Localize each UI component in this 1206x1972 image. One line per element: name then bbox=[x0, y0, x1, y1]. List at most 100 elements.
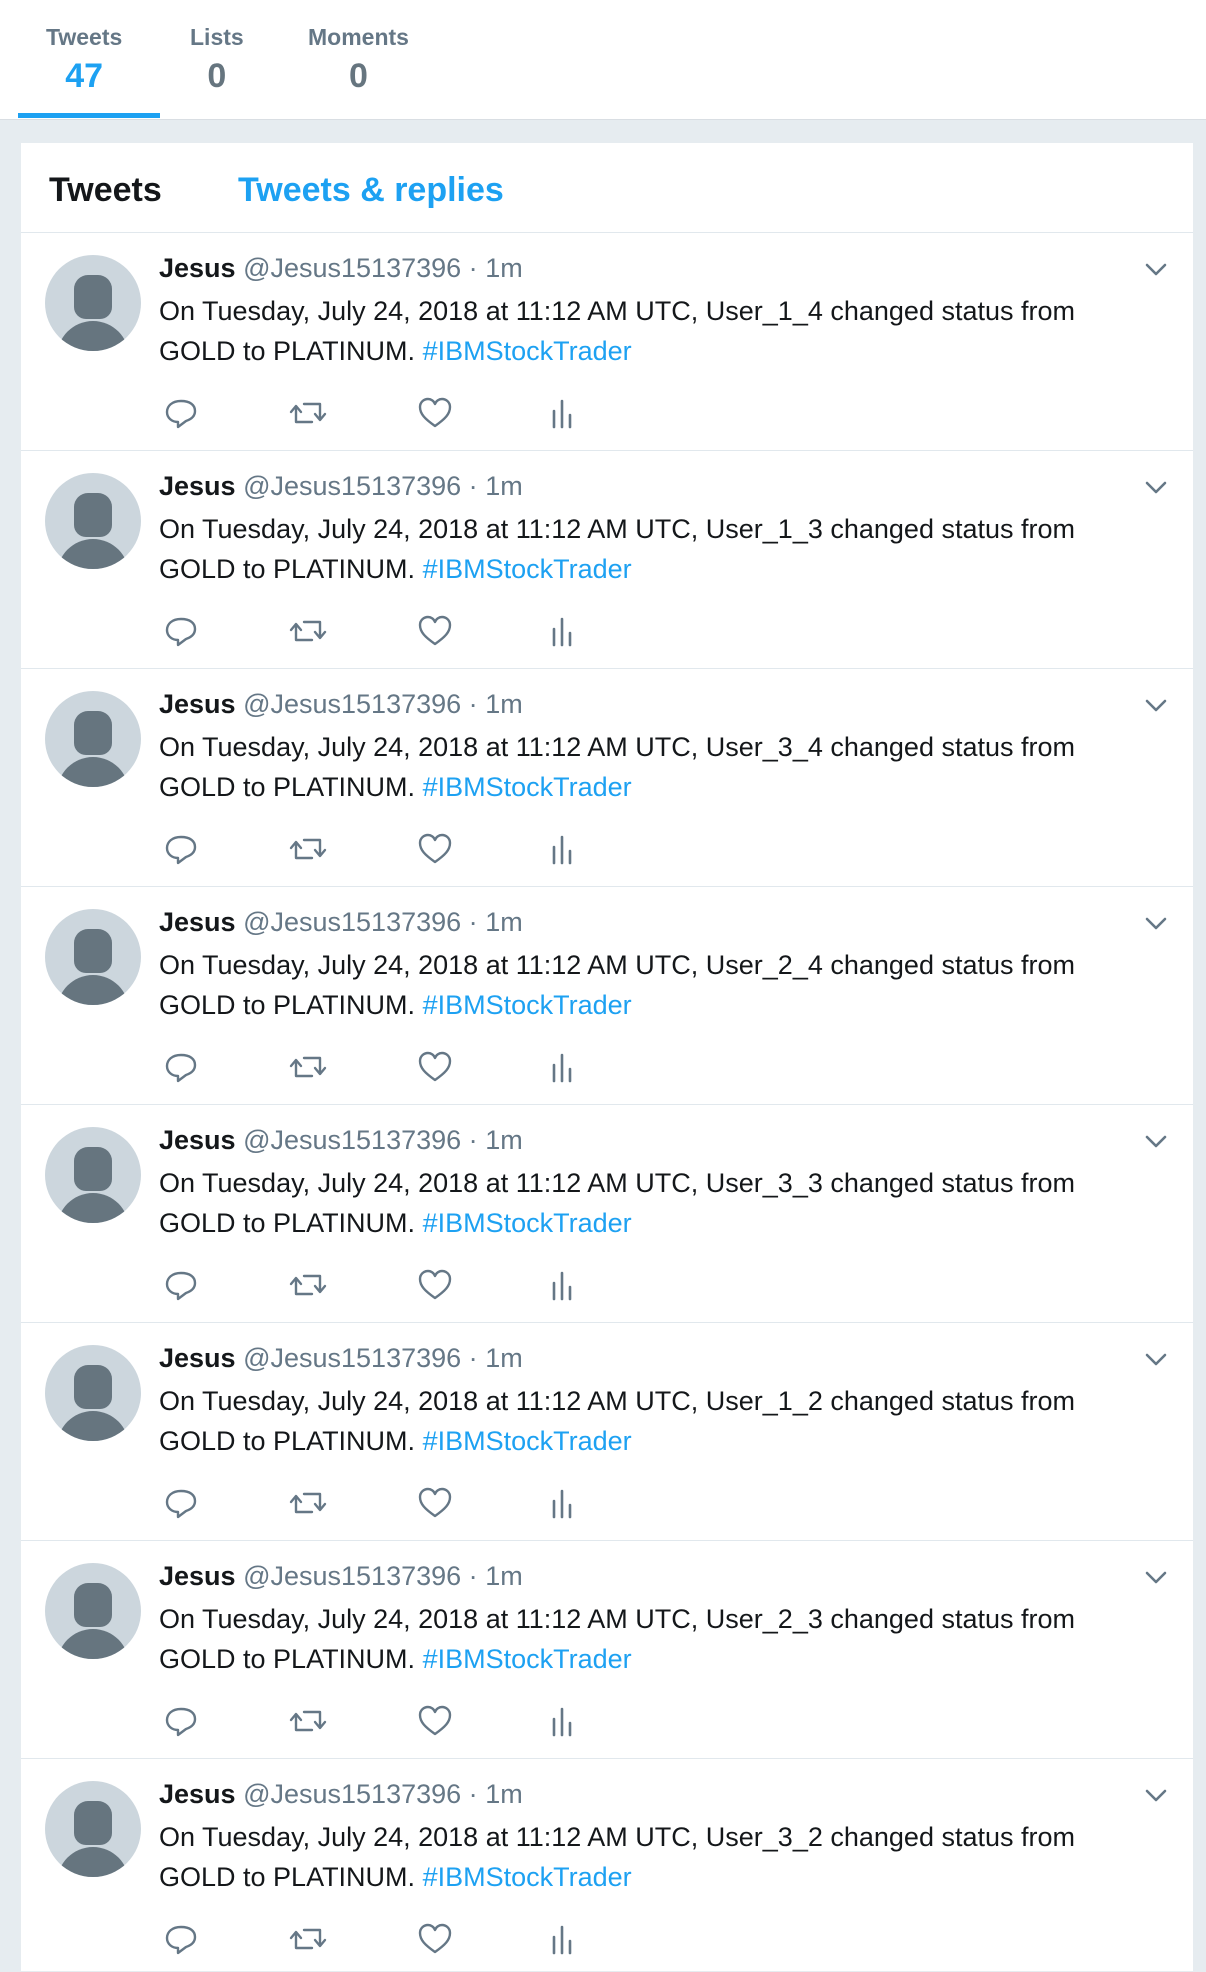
retweet-icon[interactable] bbox=[288, 1701, 328, 1741]
tweet-timestamp[interactable]: 1m bbox=[485, 253, 523, 283]
tweet-actions bbox=[161, 393, 761, 433]
tweet-hashtag[interactable]: #IBMStockTrader bbox=[423, 1426, 632, 1456]
reply-icon[interactable] bbox=[161, 1701, 201, 1741]
chevron-down-icon[interactable] bbox=[1141, 909, 1171, 939]
heart-icon[interactable] bbox=[415, 1265, 455, 1305]
chevron-down-icon[interactable] bbox=[1141, 1127, 1171, 1157]
analytics-icon[interactable] bbox=[542, 1701, 582, 1741]
tweet-timestamp[interactable]: 1m bbox=[485, 471, 523, 501]
tweet-actions bbox=[161, 611, 761, 651]
retweet-icon[interactable] bbox=[288, 611, 328, 651]
nav-stat-moments[interactable]: Moments 0 bbox=[308, 24, 409, 96]
nav-stat-lists[interactable]: Lists 0 bbox=[190, 24, 244, 96]
retweet-icon[interactable] bbox=[288, 1265, 328, 1305]
tweet-username[interactable]: @Jesus15137396 bbox=[243, 1779, 461, 1809]
tweet-fullname[interactable]: Jesus bbox=[159, 1343, 236, 1373]
chevron-down-icon[interactable] bbox=[1141, 1563, 1171, 1593]
default-avatar-icon[interactable] bbox=[45, 255, 141, 351]
tweet-fullname[interactable]: Jesus bbox=[159, 1125, 236, 1155]
avatar-body bbox=[57, 1629, 129, 1659]
chevron-down-icon[interactable] bbox=[1141, 473, 1171, 503]
retweet-icon[interactable] bbox=[288, 1483, 328, 1523]
retweet-icon[interactable] bbox=[288, 1919, 328, 1959]
nav-stat-tweets[interactable]: Tweets 47 bbox=[46, 24, 122, 96]
retweet-icon[interactable] bbox=[288, 829, 328, 869]
reply-icon[interactable] bbox=[161, 829, 201, 869]
tweet-actions bbox=[161, 1265, 761, 1305]
retweet-icon[interactable] bbox=[288, 1047, 328, 1087]
tweet-hashtag[interactable]: #IBMStockTrader bbox=[423, 1208, 632, 1238]
tweet[interactable]: Jesus @Jesus15137396 · 1m On Tuesday, Ju… bbox=[21, 1105, 1193, 1323]
tweet[interactable]: Jesus @Jesus15137396 · 1m On Tuesday, Ju… bbox=[21, 1323, 1193, 1541]
tweet-username[interactable]: @Jesus15137396 bbox=[243, 471, 461, 501]
default-avatar-icon[interactable] bbox=[45, 1563, 141, 1659]
tweet-fullname[interactable]: Jesus bbox=[159, 689, 236, 719]
default-avatar-icon[interactable] bbox=[45, 1781, 141, 1877]
heart-icon[interactable] bbox=[415, 1483, 455, 1523]
heart-icon[interactable] bbox=[415, 611, 455, 651]
chevron-down-icon[interactable] bbox=[1141, 1781, 1171, 1811]
tab-tweets[interactable]: Tweets bbox=[49, 171, 162, 210]
default-avatar-icon[interactable] bbox=[45, 1345, 141, 1441]
reply-icon[interactable] bbox=[161, 1483, 201, 1523]
default-avatar-icon[interactable] bbox=[45, 473, 141, 569]
tweet-username[interactable]: @Jesus15137396 bbox=[243, 1561, 461, 1591]
tweet-hashtag[interactable]: #IBMStockTrader bbox=[423, 336, 632, 366]
tweet-separator: · bbox=[468, 1779, 478, 1809]
tweet[interactable]: Jesus @Jesus15137396 · 1m On Tuesday, Ju… bbox=[21, 1759, 1193, 1971]
tab-tweets-and-replies[interactable]: Tweets & replies bbox=[238, 171, 504, 210]
tweet-username[interactable]: @Jesus15137396 bbox=[243, 1343, 461, 1373]
tweet[interactable]: Jesus @Jesus15137396 · 1m On Tuesday, Ju… bbox=[21, 451, 1193, 669]
tweet-timestamp[interactable]: 1m bbox=[485, 1343, 523, 1373]
tweet-timestamp[interactable]: 1m bbox=[485, 1779, 523, 1809]
tweet-text: On Tuesday, July 24, 2018 at 11:12 AM UT… bbox=[159, 1163, 1149, 1243]
analytics-icon[interactable] bbox=[542, 1483, 582, 1523]
reply-icon[interactable] bbox=[161, 1265, 201, 1305]
reply-icon[interactable] bbox=[161, 611, 201, 651]
tweet-fullname[interactable]: Jesus bbox=[159, 253, 236, 283]
tweet-username[interactable]: @Jesus15137396 bbox=[243, 1125, 461, 1155]
tweet-fullname[interactable]: Jesus bbox=[159, 1561, 236, 1591]
default-avatar-icon[interactable] bbox=[45, 909, 141, 1005]
tweet-username[interactable]: @Jesus15137396 bbox=[243, 253, 461, 283]
analytics-icon[interactable] bbox=[542, 1919, 582, 1959]
tweet-hashtag[interactable]: #IBMStockTrader bbox=[423, 772, 632, 802]
default-avatar-icon[interactable] bbox=[45, 1127, 141, 1223]
chevron-down-icon[interactable] bbox=[1141, 1345, 1171, 1375]
heart-icon[interactable] bbox=[415, 829, 455, 869]
avatar-head bbox=[74, 493, 112, 537]
tweet-fullname[interactable]: Jesus bbox=[159, 1779, 236, 1809]
analytics-icon[interactable] bbox=[542, 829, 582, 869]
default-avatar-icon[interactable] bbox=[45, 691, 141, 787]
reply-icon[interactable] bbox=[161, 1919, 201, 1959]
tweet[interactable]: Jesus @Jesus15137396 · 1m On Tuesday, Ju… bbox=[21, 1541, 1193, 1759]
tweet-hashtag[interactable]: #IBMStockTrader bbox=[423, 554, 632, 584]
tweet[interactable]: Jesus @Jesus15137396 · 1m On Tuesday, Ju… bbox=[21, 887, 1193, 1105]
tweet-username[interactable]: @Jesus15137396 bbox=[243, 907, 461, 937]
tweet-fullname[interactable]: Jesus bbox=[159, 471, 236, 501]
analytics-icon[interactable] bbox=[542, 611, 582, 651]
chevron-down-icon[interactable] bbox=[1141, 691, 1171, 721]
tweet-fullname[interactable]: Jesus bbox=[159, 907, 236, 937]
analytics-icon[interactable] bbox=[542, 393, 582, 433]
retweet-icon[interactable] bbox=[288, 393, 328, 433]
analytics-icon[interactable] bbox=[542, 1265, 582, 1305]
tweet-timestamp[interactable]: 1m bbox=[485, 1561, 523, 1591]
reply-icon[interactable] bbox=[161, 393, 201, 433]
chevron-down-icon[interactable] bbox=[1141, 255, 1171, 285]
analytics-icon[interactable] bbox=[542, 1047, 582, 1087]
tweet-timestamp[interactable]: 1m bbox=[485, 907, 523, 937]
heart-icon[interactable] bbox=[415, 393, 455, 433]
tweet-hashtag[interactable]: #IBMStockTrader bbox=[423, 1644, 632, 1674]
tweet[interactable]: Jesus @Jesus15137396 · 1m On Tuesday, Ju… bbox=[21, 669, 1193, 887]
heart-icon[interactable] bbox=[415, 1919, 455, 1959]
tweet[interactable]: Jesus @Jesus15137396 · 1m On Tuesday, Ju… bbox=[21, 233, 1193, 451]
heart-icon[interactable] bbox=[415, 1047, 455, 1087]
tweet-hashtag[interactable]: #IBMStockTrader bbox=[423, 1862, 632, 1892]
tweet-timestamp[interactable]: 1m bbox=[485, 1125, 523, 1155]
heart-icon[interactable] bbox=[415, 1701, 455, 1741]
tweet-timestamp[interactable]: 1m bbox=[485, 689, 523, 719]
tweet-hashtag[interactable]: #IBMStockTrader bbox=[423, 990, 632, 1020]
reply-icon[interactable] bbox=[161, 1047, 201, 1087]
tweet-username[interactable]: @Jesus15137396 bbox=[243, 689, 461, 719]
